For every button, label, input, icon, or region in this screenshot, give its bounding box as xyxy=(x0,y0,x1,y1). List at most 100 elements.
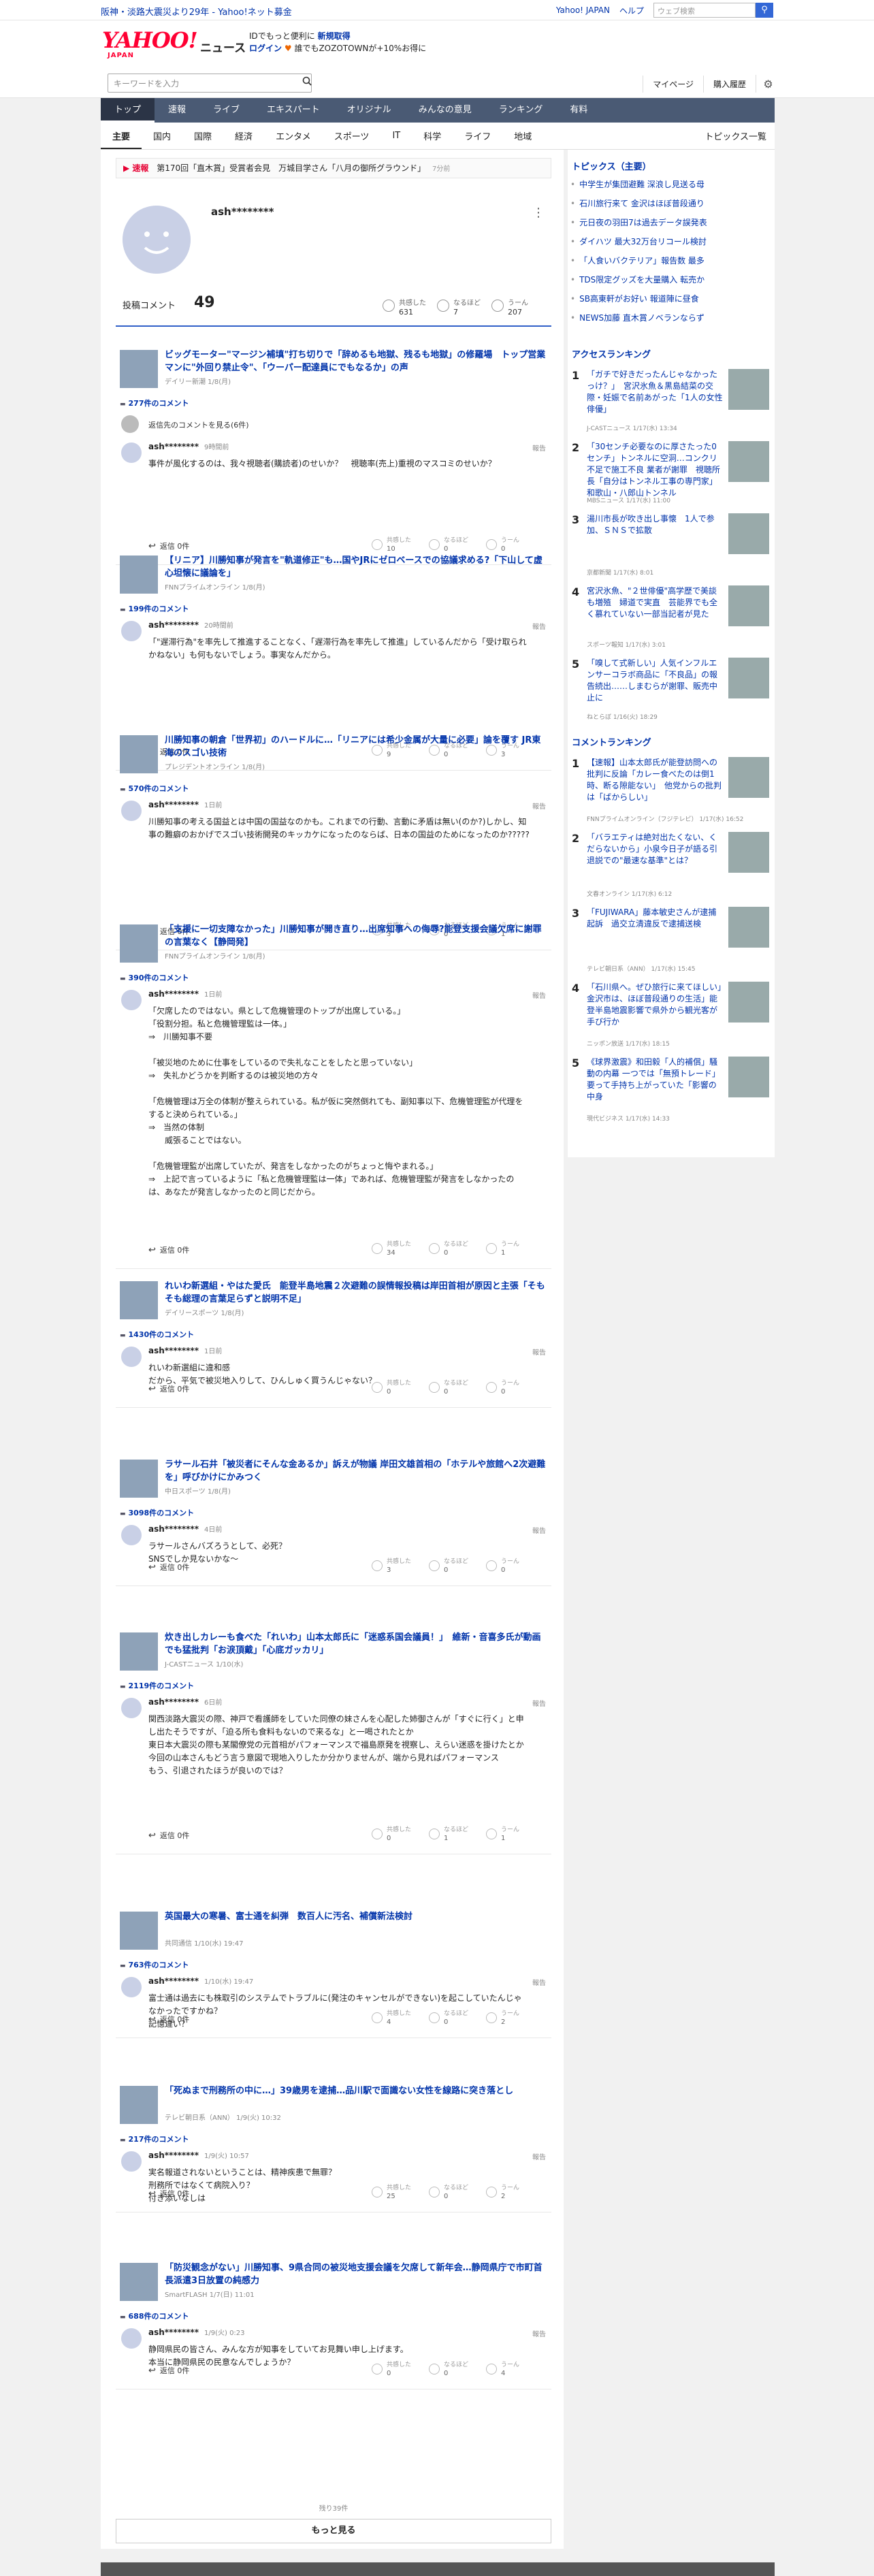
topics-list-link[interactable]: トピックス一覧 xyxy=(705,129,766,142)
mypage-link[interactable]: マイページ xyxy=(643,75,703,93)
gear-icon[interactable]: ⚙ xyxy=(756,75,773,93)
hmm-button[interactable]: うーん 2 xyxy=(486,2007,540,2030)
show-parent-comment-link[interactable]: 返信先のコメントを見る(6件) xyxy=(148,419,249,430)
report-link[interactable]: 報告 xyxy=(532,1977,546,1987)
category-it[interactable]: IT xyxy=(381,131,412,141)
agree-button[interactable]: 共感した 4 xyxy=(372,2007,426,2030)
ranking-item[interactable]: 5 《球界激震》和田毅「人的補償」騒動の内幕 一つでは「無預トレード」要って手持ち… xyxy=(572,1057,769,1126)
yahoo-news-logo[interactable]: YAHOO! JAPAN ニュース xyxy=(102,29,246,60)
ranking-item[interactable]: 2 「バラエティは絶対出たくない、くだらないから」小泉今日子が語る引退説での"最速… xyxy=(572,832,769,901)
article-title[interactable]: 【リニア】川勝知事が発言を"軌道修正"も…国やJRにゼロベースでの協議求める?「… xyxy=(165,554,546,580)
insightful-button[interactable]: なるほど 0 xyxy=(429,1555,483,1578)
search-icon[interactable] xyxy=(302,76,312,86)
more-options-icon[interactable]: ⋮ xyxy=(532,206,545,220)
nav-tab-flash[interactable]: 速報 xyxy=(155,98,199,123)
nav-tab-live[interactable]: ライブ xyxy=(199,98,253,123)
category-main[interactable]: 主要 xyxy=(101,129,142,149)
report-link[interactable]: 報告 xyxy=(532,2151,546,2161)
article-thumbnail[interactable] xyxy=(120,1460,158,1498)
purchase-history-link[interactable]: 購入履歴 xyxy=(702,75,756,93)
category-world[interactable]: 国際 xyxy=(182,129,223,142)
hmm-button[interactable]: うーん 2 xyxy=(486,2181,540,2204)
insightful-button[interactable]: なるほど 0 xyxy=(429,2181,483,2204)
hmm-button[interactable]: うーん 0 xyxy=(486,1376,540,1400)
agree-button[interactable]: 共感した 3 xyxy=(372,1555,426,1578)
show-more-button[interactable]: もっと見る xyxy=(116,2519,551,2543)
insightful-button[interactable]: なるほど 0 xyxy=(429,2358,483,2381)
keyword-search-input[interactable]: キーワードを入力 xyxy=(108,74,312,93)
hmm-button[interactable]: うーん 1 xyxy=(486,1823,540,1846)
ranking-item[interactable]: 3 湯川市長が吹き出し事懐 1人で参加、ＳＮＳで拡散 京都新聞 1/17(水) 8:… xyxy=(572,513,769,580)
article-thumbnail[interactable] xyxy=(120,556,158,594)
article-title[interactable]: 炊き出しカレーも食べた「れいわ」山本太郎氏に「迷惑系国会議員！」 維新・音喜多氏… xyxy=(165,1631,546,1657)
comment-count-link[interactable]: 2119件のコメント xyxy=(120,1680,195,1691)
login-link[interactable]: ログイン xyxy=(249,44,282,53)
topic-link[interactable]: NEWS加藤 直木賞ノベランならず xyxy=(577,312,713,323)
report-link[interactable]: 報告 xyxy=(532,2328,546,2338)
reply-link[interactable]: 返信 0件 xyxy=(148,1383,190,1394)
article-thumbnail[interactable] xyxy=(120,350,158,388)
yahoo-japan-link[interactable]: Yahoo! JAPAN xyxy=(556,5,610,15)
topic-link[interactable]: TDS限定グッズを大量購入 転売か xyxy=(577,274,713,285)
insightful-button[interactable]: なるほど 0 xyxy=(429,2007,483,2030)
report-link[interactable]: 報告 xyxy=(532,621,546,631)
ranking-item[interactable]: 2 「30センチ必要なのに厚さたった0センチ」トンネルに空洞…コンクリ不足で施工不… xyxy=(572,441,769,508)
article-title[interactable]: れいわ新選組・やはた愛氏 能登半島地震２次避難の誤情報投稿は岸田首相が原因と主張… xyxy=(165,1280,546,1306)
insightful-button[interactable]: なるほど 0 xyxy=(429,1238,483,1261)
topic-link[interactable]: 石川旅行来て 金沢はほぼ普段通り xyxy=(577,197,713,209)
report-link[interactable]: 報告 xyxy=(532,990,546,1000)
category-domestic[interactable]: 国内 xyxy=(142,129,182,142)
help-link[interactable]: ヘルプ xyxy=(619,5,644,16)
comment-count-link[interactable]: 199件のコメント xyxy=(120,603,189,614)
comment-count-link[interactable]: 277件のコメント xyxy=(120,398,189,408)
topic-link[interactable]: 元日夜の羽田7は過去データ誤発表 xyxy=(577,216,715,228)
report-link[interactable]: 報告 xyxy=(532,1698,546,1708)
article-title[interactable]: ラサール石井「被災者にそんな金あるか」訴えが物議 岸田文雄首相の「ホテルや旅館へ… xyxy=(165,1458,546,1484)
category-economy[interactable]: 経済 xyxy=(223,129,264,142)
category-science[interactable]: 科学 xyxy=(412,129,453,142)
comment-count-link[interactable]: 3098件のコメント xyxy=(120,1507,195,1518)
topic-link[interactable]: 中学生が集団避難 深浪し見送る母 xyxy=(577,178,713,190)
category-life[interactable]: ライフ xyxy=(453,129,502,142)
agree-button[interactable]: 共感した 0 xyxy=(372,2358,426,2381)
article-thumbnail[interactable] xyxy=(120,1912,158,1950)
agree-button[interactable]: 共感した 0 xyxy=(372,1376,426,1400)
article-title[interactable]: 「死ぬまで刑務所の中に…」39歳男を逮捕…品川駅で面識ない女性を線路に突き落とし xyxy=(165,2084,546,2097)
agree-button[interactable]: 共感した 0 xyxy=(372,1823,426,1846)
hmm-button[interactable]: うーん 4 xyxy=(486,2358,540,2381)
article-thumbnail[interactable] xyxy=(120,1632,158,1671)
comment-count-link[interactable]: 390件のコメント xyxy=(120,972,189,983)
ranking-item[interactable]: 4 「石川県へ。ぜひ旅行に来てほしい」金沢市は、ほぼ普段通りの生活」能登半島地震影… xyxy=(572,982,769,1051)
agree-button[interactable]: 共感した 34 xyxy=(372,1238,426,1261)
report-link[interactable]: 報告 xyxy=(532,1347,546,1357)
article-title[interactable]: 英国最大の寒暑、富士通を糾弾 数百人に汚名、補償新法検討 xyxy=(165,1910,546,1923)
article-title[interactable]: 「支援に一切支障なかった」川勝知事が開き直り…出席知事への侮辱?能登支援会議欠席… xyxy=(165,923,546,949)
article-thumbnail[interactable] xyxy=(120,924,158,963)
ranking-item[interactable]: 1 【速報】山本太郎氏が能登訪問への批判に反論「カレー食べたのは倒1時、断る隙能な… xyxy=(572,757,769,826)
nav-tab-opinions[interactable]: みんなの意見 xyxy=(405,98,485,123)
article-thumbnail[interactable] xyxy=(120,2263,158,2301)
reply-link[interactable]: 返信 0件 xyxy=(148,2014,190,2025)
hmm-button[interactable]: うーん 1 xyxy=(486,1238,540,1261)
article-thumbnail[interactable] xyxy=(120,735,158,773)
reply-link[interactable]: 返信 0件 xyxy=(148,2188,190,2199)
register-link[interactable]: 新規取得 xyxy=(318,31,351,41)
reply-link[interactable]: 返信 0件 xyxy=(148,1562,190,1573)
insightful-button[interactable]: なるほど 0 xyxy=(429,1376,483,1400)
nav-tab-paid[interactable]: 有料 xyxy=(556,98,601,123)
comment-count-link[interactable]: 217件のコメント xyxy=(120,2134,189,2144)
donation-notice-link[interactable]: 阪神・淡路大震災より29年 - Yahoo!ネット募金 xyxy=(101,5,292,18)
topic-link[interactable]: 「人食いバクテリア」報告数 最多 xyxy=(577,255,713,266)
topic-link[interactable]: SB高東軒がお好い 報道陣に昼食 xyxy=(577,293,707,304)
hmm-button[interactable]: うーん 0 xyxy=(486,1555,540,1578)
nav-tab-original[interactable]: オリジナル xyxy=(334,98,405,123)
article-title[interactable]: 「防災観念がない」川勝知事、9県合同の被災地支援会議を欠席して新年会…静岡県庁で… xyxy=(165,2261,546,2287)
reply-link[interactable]: 返信 0件 xyxy=(148,1830,190,1841)
agree-button[interactable]: 共感した 25 xyxy=(372,2181,426,2204)
web-search-input[interactable]: ウェブ検索 xyxy=(653,3,756,18)
report-link[interactable]: 報告 xyxy=(532,1525,546,1535)
comment-count-link[interactable]: 688件のコメント xyxy=(120,2311,189,2321)
reply-link[interactable]: 返信 0件 xyxy=(148,2365,190,2376)
insightful-button[interactable]: なるほど 1 xyxy=(429,1823,483,1846)
comment-count-link[interactable]: 763件のコメント xyxy=(120,1959,189,1970)
